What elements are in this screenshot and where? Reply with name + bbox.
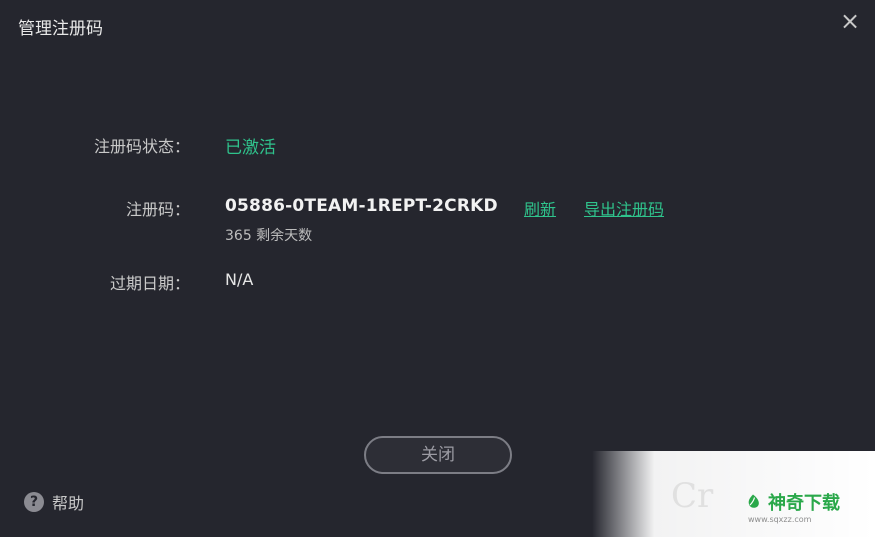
help-label: 帮助 (52, 494, 85, 513)
export-license-link[interactable]: 导出注册码 (584, 196, 664, 220)
manage-license-dialog: 管理注册码 × 注册码状态： 已激活 注册码： 05886-0TEAM-1REP… (0, 0, 875, 537)
remaining-days: 365 剩余天数 (225, 228, 313, 244)
watermark-brand: 神奇下载 (744, 489, 840, 515)
license-code-value: 05886-0TEAM-1REPT-2CRKD (225, 196, 498, 216)
watermark-brand-text: 神奇下载 (768, 493, 840, 514)
expiry-date-label: 过期日期： (109, 274, 190, 293)
license-status-value: 已激活 (225, 138, 276, 158)
refresh-link[interactable]: 刷新 (524, 196, 556, 220)
watermark-url: www.sqxzz.com (748, 515, 812, 524)
expiry-date-value: N/A (225, 270, 254, 289)
watermark-mark: Cr (671, 476, 714, 516)
license-code-label: 注册码： (125, 200, 190, 219)
help-link[interactable]: ? 帮助 (24, 490, 84, 514)
dialog-title: 管理注册码 (18, 19, 103, 39)
close-icon[interactable]: × (837, 8, 863, 34)
question-icon: ? (24, 492, 44, 512)
leaf-icon (748, 494, 759, 508)
watermark-overlay: Cr 神奇下载 www.sqxzz.com (592, 451, 875, 537)
close-button[interactable]: 关闭 (364, 436, 512, 474)
license-status-label: 注册码状态： (93, 137, 190, 156)
